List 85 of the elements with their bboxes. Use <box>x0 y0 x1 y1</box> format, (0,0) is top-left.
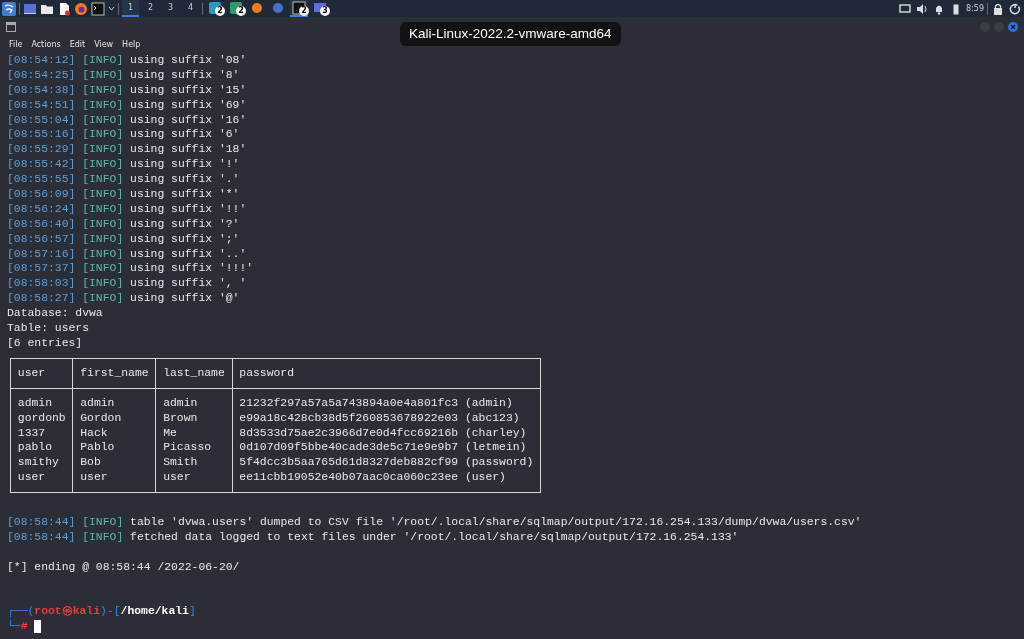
lock-icon[interactable] <box>991 1 1005 16</box>
table-cell: user <box>155 470 233 493</box>
log-line: [08:57:16] [INFO] using suffix '..' <box>7 246 248 262</box>
table-cell: admin <box>155 388 233 411</box>
log-line: [08:56:40] [INFO] using suffix '?' <box>7 216 241 232</box>
desktop-icon[interactable] <box>23 1 37 16</box>
table-cell: Gordon <box>72 410 156 426</box>
table-header: last_name <box>155 358 233 389</box>
table-cell: user <box>10 470 73 493</box>
vm-name-label: Kali-Linux-2022.2-vmware-amd64 <box>400 22 621 47</box>
log-line: [08:57:37] [INFO] using suffix '!!!' <box>7 261 255 277</box>
output-line: [6 entries] <box>7 335 84 351</box>
output-line: Table: users <box>7 321 91 336</box>
workspace-tab[interactable]: 2 <box>142 0 159 17</box>
table-cell: ee11cbb19052e40b07aac0ca060c23ee (user) <box>232 470 541 493</box>
prompt-line: ┌──(root㉿kali)-[/home/kali] <box>7 604 197 619</box>
desktop-icon[interactable] <box>313 0 327 15</box>
menu-item[interactable]: View <box>94 38 114 51</box>
firefox-icon[interactable] <box>250 0 264 15</box>
window-count-badge: 2 <box>236 6 246 16</box>
output-line: [*] ending @ 08:58:44 /2022-06-20/ <box>7 559 241 575</box>
log-line: [08:55:55] [INFO] using suffix '.' <box>7 172 241 187</box>
globe-icon[interactable] <box>271 0 285 15</box>
log-line: [08:58:27] [INFO] using suffix '@' <box>7 291 241 307</box>
prompt-line: └─# <box>7 619 1017 635</box>
table-cell: Picasso <box>155 440 233 456</box>
workspace-tab[interactable]: 1 <box>122 0 139 17</box>
log-line: [08:54:12] [INFO] using suffix '08' <box>7 53 248 68</box>
log-line: [08:54:38] [INFO] using suffix '15' <box>7 82 248 98</box>
app-window-icon[interactable] <box>208 0 222 15</box>
terminal-icon[interactable] <box>91 1 105 16</box>
table-header: user <box>10 358 73 389</box>
table-cell: admin <box>10 388 73 411</box>
dropdown-icon[interactable] <box>108 5 115 12</box>
log-line: [08:55:04] [INFO] using suffix '16' <box>7 112 248 128</box>
output-line: Database: dvwa <box>7 306 104 322</box>
text-cursor <box>34 619 42 633</box>
table-cell: Me <box>155 425 233 441</box>
log-line: [08:56:24] [INFO] using suffix '!!' <box>7 201 248 217</box>
table-cell: pablo <box>10 440 73 456</box>
table-cell: 21232f297a57a5a743894a0e4a801fc3 (admin) <box>232 388 541 411</box>
table-cell: Smith <box>155 455 233 471</box>
terminal-icon <box>6 22 16 32</box>
table-header: first_name <box>72 358 156 389</box>
table-cell: Brown <box>155 410 233 426</box>
terminal-icon[interactable] <box>292 0 306 15</box>
table-cell: admin <box>72 388 156 411</box>
app-window-icon[interactable] <box>229 0 243 15</box>
table-cell: 1337 <box>10 425 73 441</box>
log-line: [08:56:09] [INFO] using suffix '*' <box>7 187 241 202</box>
menu-item[interactable]: Help <box>122 38 141 51</box>
log-line: [08:58:03] [INFO] using suffix ', ' <box>7 276 248 292</box>
log-line: [08:54:25] [INFO] using suffix '8' <box>7 67 241 83</box>
log-line: [08:55:29] [INFO] using suffix '18' <box>7 142 248 158</box>
table-cell: Bob <box>72 455 156 471</box>
log-line: [08:58:44] [INFO] fetched data logged to text files under '/root/.local/share/sqlmap/output/172.16.254.133' <box>7 529 740 545</box>
window-count-badge: 2 <box>215 6 225 16</box>
table-cell: e99a18c428cb38d5f260853678922e03 (abc123) <box>232 410 541 426</box>
table-cell: smithy <box>10 455 73 471</box>
table-cell: 8d3533d75ae2c3966d7e0d4fcc69216b (charley) <box>232 425 541 441</box>
clock[interactable]: 8:59 <box>966 2 984 15</box>
text-editor-icon[interactable] <box>57 1 71 16</box>
log-line: [08:56:57] [INFO] using suffix ';' <box>7 231 241 247</box>
screen-icon[interactable] <box>898 1 913 16</box>
menu-item[interactable]: Edit <box>69 38 86 51</box>
log-line: [08:54:51] [INFO] using suffix '69' <box>7 97 248 113</box>
workspace-tab[interactable]: 3 <box>162 0 179 17</box>
workspace-tab[interactable]: 4 <box>182 0 199 17</box>
log-line: [08:58:44] [INFO] table 'dvwa.users' dumped to CSV file '/root/.local/share/sqlmap/output/172.16.254.133/dump/dvwa/users.csv' <box>7 515 863 530</box>
log-line: [08:55:42] [INFO] using suffix '!' <box>7 157 241 173</box>
menu-item[interactable]: File <box>9 38 23 51</box>
close-button[interactable] <box>1008 22 1018 32</box>
table-cell: Pablo <box>72 440 156 456</box>
table-header: password <box>232 358 541 389</box>
window-count-badge: 2 <box>299 6 309 16</box>
table-cell: Hack <box>72 425 156 441</box>
table-cell: user <box>72 470 156 493</box>
log-line: [08:55:16] [INFO] using suffix '6' <box>7 127 241 143</box>
table-cell: 0d107d09f5bbe40cade3de5c71e9e9b7 (letmein) <box>232 440 541 456</box>
firefox-icon[interactable] <box>74 1 88 16</box>
table-cell: gordonb <box>10 410 73 426</box>
window-count-badge: 3 <box>320 6 330 16</box>
table-cell: 5f4dcc3b5aa765d61d8327deb882cf99 (password) <box>232 455 541 471</box>
menu-item[interactable]: Actions <box>31 38 61 51</box>
power-icon[interactable] <box>1008 1 1022 16</box>
